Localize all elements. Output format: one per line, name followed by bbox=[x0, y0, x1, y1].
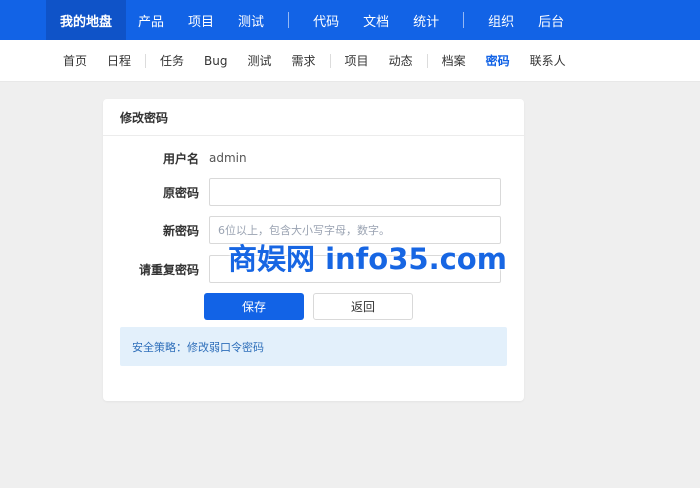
subnav-divider bbox=[426, 53, 428, 68]
form-actions: 保存 返回 bbox=[103, 293, 524, 321]
panel-title: 修改密码 bbox=[103, 99, 524, 136]
subnav-dynamic[interactable]: 动态 bbox=[379, 52, 423, 69]
new-password-input[interactable] bbox=[209, 216, 501, 244]
subnav-home[interactable]: 首页 bbox=[53, 52, 97, 69]
subnav-divider bbox=[329, 53, 331, 68]
subnav-story[interactable]: 需求 bbox=[282, 52, 326, 69]
old-password-input[interactable] bbox=[209, 178, 501, 206]
security-policy-notice: 安全策略：修改弱口令密码 bbox=[120, 327, 507, 366]
sub-navbar: 首页 日程 任务 Bug 测试 需求 项目 动态 档案 密码 联系人 bbox=[0, 40, 700, 82]
subnav-profile[interactable]: 档案 bbox=[432, 52, 476, 69]
nav-my-dashboard[interactable]: 我的地盘 bbox=[46, 0, 127, 40]
nav-admin[interactable]: 后台 bbox=[526, 0, 576, 40]
subnav-tasks[interactable]: 任务 bbox=[150, 52, 194, 69]
subnav-test[interactable]: 测试 bbox=[238, 52, 282, 69]
back-button[interactable]: 返回 bbox=[313, 293, 413, 320]
nav-divider bbox=[288, 12, 290, 28]
save-button[interactable]: 保存 bbox=[204, 293, 304, 320]
subnav-contacts[interactable]: 联系人 bbox=[520, 52, 576, 69]
username-label: 用户名 bbox=[162, 151, 199, 166]
old-password-label: 原密码 bbox=[162, 185, 199, 200]
repeat-password-input[interactable] bbox=[209, 255, 501, 283]
nav-product[interactable]: 产品 bbox=[126, 0, 176, 40]
old-password-row: 原密码 bbox=[103, 178, 524, 206]
subnav-divider bbox=[145, 53, 147, 68]
nav-code[interactable]: 代码 bbox=[301, 0, 351, 40]
repeat-password-label: 请重复密码 bbox=[138, 262, 199, 277]
new-password-row: 新密码 bbox=[103, 216, 524, 244]
nav-divider bbox=[463, 12, 465, 28]
nav-docs[interactable]: 文档 bbox=[351, 0, 401, 40]
new-password-label: 新密码 bbox=[162, 223, 199, 238]
nav-test[interactable]: 测试 bbox=[226, 0, 276, 40]
nav-stats[interactable]: 统计 bbox=[401, 0, 451, 40]
repeat-password-row: 请重复密码 bbox=[103, 255, 524, 283]
subnav-project[interactable]: 项目 bbox=[335, 52, 379, 69]
nav-organization[interactable]: 组织 bbox=[476, 0, 526, 40]
subnav-bug[interactable]: Bug bbox=[194, 54, 237, 68]
change-password-panel: 修改密码 用户名 admin 原密码 新密码 请重复密码 保存 返回 安全策略：… bbox=[103, 99, 524, 401]
nav-project[interactable]: 项目 bbox=[176, 0, 226, 40]
username-row: 用户名 admin bbox=[103, 144, 524, 172]
security-policy-text: 安全策略：修改弱口令密码 bbox=[132, 340, 264, 354]
subnav-calendar[interactable]: 日程 bbox=[97, 52, 141, 69]
username-value: admin bbox=[209, 151, 247, 165]
top-navbar: 我的地盘 产品 项目 测试 代码 文档 统计 组织 后台 bbox=[0, 0, 700, 40]
subnav-password[interactable]: 密码 bbox=[476, 52, 520, 69]
